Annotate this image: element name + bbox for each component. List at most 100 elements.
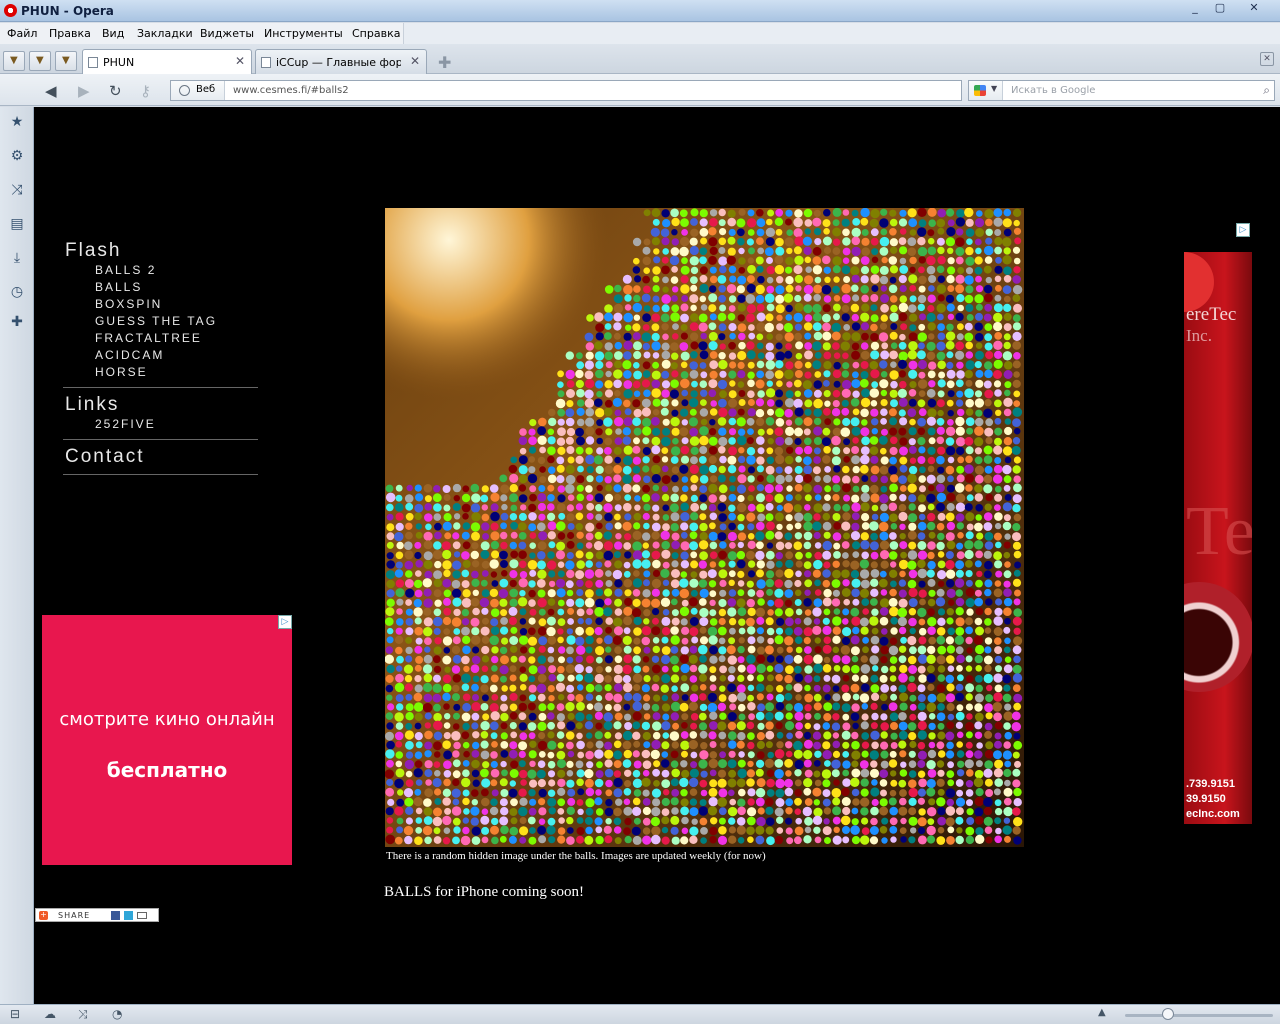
ball[interactable] [965, 741, 973, 749]
maximize-button[interactable]: ▢ [1209, 1, 1231, 16]
ball[interactable] [1013, 798, 1022, 807]
ball[interactable] [994, 512, 1003, 521]
ball[interactable] [880, 503, 888, 512]
ball[interactable] [814, 351, 822, 359]
ball[interactable] [756, 636, 765, 644]
ball[interactable] [755, 825, 765, 835]
ball[interactable] [415, 531, 423, 539]
ball[interactable] [539, 446, 546, 454]
ball[interactable] [822, 503, 831, 512]
ball[interactable] [747, 361, 755, 369]
ball[interactable] [641, 777, 651, 787]
ball[interactable] [586, 494, 594, 502]
ball[interactable] [395, 494, 403, 502]
ball[interactable] [470, 617, 480, 627]
ball[interactable] [625, 324, 632, 331]
ball[interactable] [1003, 437, 1013, 446]
ball[interactable] [946, 836, 955, 845]
ball[interactable] [709, 285, 717, 293]
ball[interactable] [860, 655, 868, 663]
ball[interactable] [937, 360, 946, 370]
ball[interactable] [832, 446, 841, 455]
ball[interactable] [605, 646, 612, 653]
ball[interactable] [870, 730, 880, 740]
ball[interactable] [528, 512, 537, 521]
ball[interactable] [709, 512, 718, 521]
ball[interactable] [547, 656, 555, 663]
ball[interactable] [785, 390, 794, 399]
ball[interactable] [765, 370, 775, 380]
ball[interactable] [537, 598, 547, 608]
ball[interactable] [984, 323, 993, 331]
ball[interactable] [850, 531, 861, 541]
ball[interactable] [1014, 561, 1022, 569]
ball[interactable] [698, 540, 709, 550]
ball[interactable] [975, 579, 983, 588]
ball[interactable] [736, 417, 746, 427]
ball[interactable] [490, 751, 498, 759]
ball[interactable] [385, 484, 394, 493]
ball[interactable] [671, 617, 680, 626]
ball[interactable] [747, 684, 755, 692]
ball[interactable] [850, 825, 860, 835]
ball[interactable] [727, 655, 737, 665]
ball[interactable] [889, 789, 897, 797]
ball[interactable] [775, 228, 783, 236]
ball[interactable] [689, 768, 699, 778]
ball[interactable] [623, 654, 633, 664]
ball[interactable] [566, 806, 575, 815]
ball[interactable] [822, 331, 832, 341]
ball[interactable] [985, 741, 994, 750]
ball[interactable] [965, 408, 974, 416]
ball[interactable] [595, 475, 604, 483]
ball[interactable] [1003, 626, 1011, 634]
ball[interactable] [613, 770, 622, 778]
ball[interactable] [804, 361, 812, 369]
ball[interactable] [861, 551, 869, 560]
ball[interactable] [700, 742, 708, 750]
ball[interactable] [859, 617, 869, 627]
ball[interactable] [709, 370, 718, 379]
ball[interactable] [681, 599, 689, 607]
ball[interactable] [880, 399, 888, 407]
ball[interactable] [500, 494, 508, 502]
ball[interactable] [926, 778, 936, 789]
ball[interactable] [499, 598, 508, 607]
ball[interactable] [974, 322, 983, 331]
ball[interactable] [622, 675, 631, 684]
ball[interactable] [983, 284, 993, 294]
ball[interactable] [726, 645, 736, 655]
ball[interactable] [565, 702, 575, 712]
ball[interactable] [890, 361, 897, 368]
ball[interactable] [718, 646, 727, 655]
ball[interactable] [586, 655, 594, 664]
ball[interactable] [795, 608, 803, 616]
ball[interactable] [747, 741, 755, 750]
ball[interactable] [803, 465, 813, 475]
ball[interactable] [804, 674, 813, 683]
ball[interactable] [813, 618, 821, 625]
ball[interactable] [729, 475, 736, 483]
ball[interactable] [452, 693, 460, 702]
ball[interactable] [775, 778, 785, 789]
ball[interactable] [538, 417, 547, 427]
ball[interactable] [585, 560, 593, 568]
ball[interactable] [974, 750, 983, 759]
ball[interactable] [566, 646, 574, 655]
ball[interactable] [566, 389, 575, 398]
ball[interactable] [737, 674, 745, 682]
ball[interactable] [557, 418, 565, 426]
ball[interactable] [993, 445, 1003, 455]
ball[interactable] [926, 312, 936, 322]
ball[interactable] [680, 445, 690, 455]
ball[interactable] [461, 731, 470, 740]
ball[interactable] [871, 285, 879, 292]
ball[interactable] [785, 343, 792, 350]
ball[interactable] [746, 816, 756, 826]
ball[interactable] [576, 542, 584, 550]
ball[interactable] [945, 340, 955, 350]
ball[interactable] [804, 437, 812, 446]
ball[interactable] [614, 437, 623, 445]
ball[interactable] [842, 713, 850, 721]
ball[interactable] [537, 673, 547, 683]
